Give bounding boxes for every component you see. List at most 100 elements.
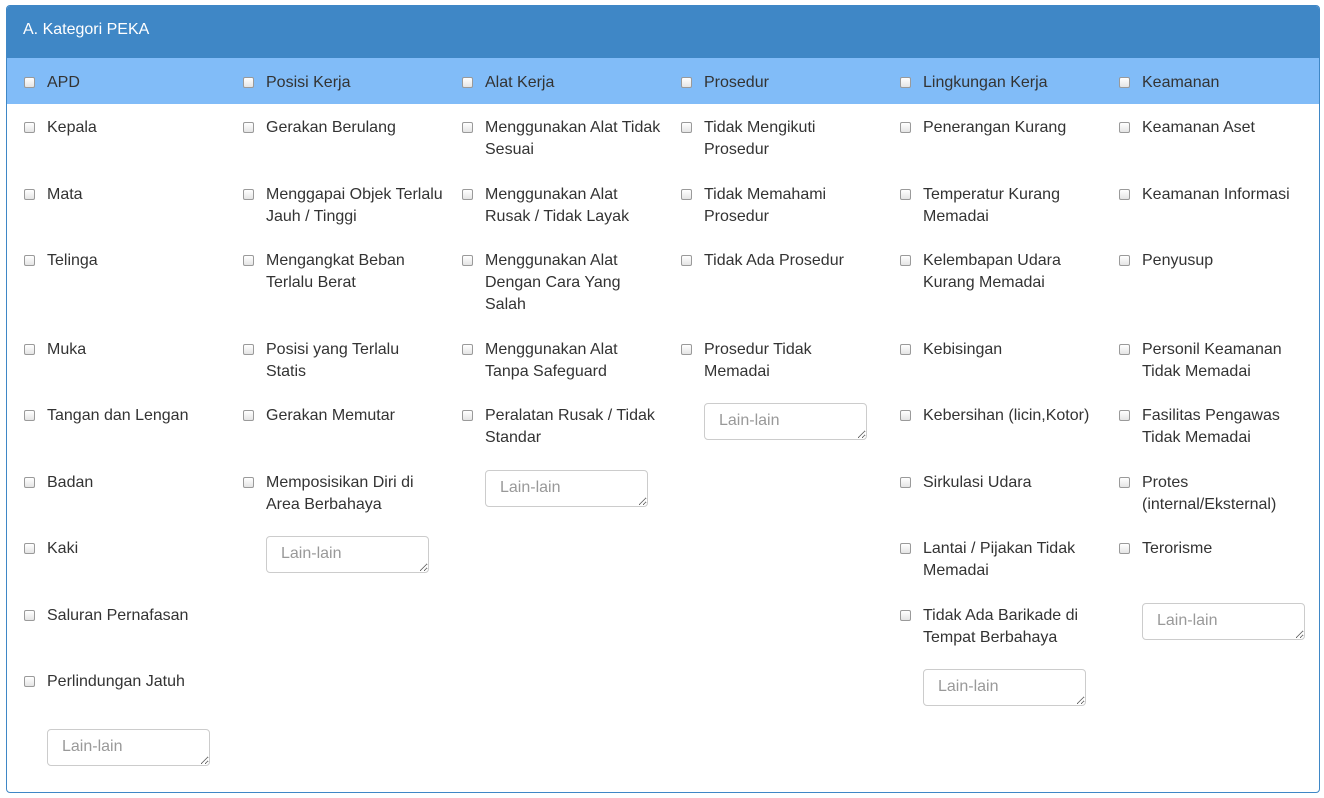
column-header-4[interactable]: Lingkungan Kerja <box>900 72 1100 94</box>
column-header-5[interactable]: Keamanan <box>1119 72 1319 94</box>
option-checkbox[interactable] <box>243 344 254 355</box>
option-checkbox[interactable] <box>681 189 692 200</box>
option-item[interactable]: Kepala <box>24 117 224 139</box>
option-checkbox[interactable] <box>1119 477 1130 488</box>
option-item[interactable]: Menggunakan Alat Dengan Cara Yang Salah <box>462 250 662 316</box>
option-checkbox[interactable] <box>900 477 911 488</box>
option-checkbox[interactable] <box>243 122 254 133</box>
option-item[interactable]: Menggunakan Alat Tidak Sesuai <box>462 117 662 161</box>
other-input[interactable] <box>266 536 429 573</box>
option-item[interactable]: Mengangkat Beban Terlalu Berat <box>243 250 443 294</box>
option-item[interactable]: Saluran Pernafasan <box>24 605 224 627</box>
other-input[interactable] <box>704 403 867 440</box>
option-item[interactable]: Kebisingan <box>900 339 1100 361</box>
column-header-1[interactable]: Posisi Kerja <box>243 72 443 94</box>
option-item[interactable]: Badan <box>24 472 224 494</box>
option-item[interactable]: Penerangan Kurang <box>900 117 1100 139</box>
option-checkbox[interactable] <box>681 255 692 266</box>
other-input[interactable] <box>923 669 1086 706</box>
option-checkbox[interactable] <box>24 410 35 421</box>
option-checkbox[interactable] <box>1119 410 1130 421</box>
option-item[interactable]: Tidak Mengikuti Prosedur <box>681 117 881 161</box>
header-checkbox[interactable] <box>462 77 473 88</box>
option-item[interactable]: Muka <box>24 339 224 361</box>
option-checkbox[interactable] <box>1119 543 1130 554</box>
option-item[interactable]: Penyusup <box>1119 250 1319 272</box>
option-item[interactable]: Posisi yang Terlalu Statis <box>243 339 443 383</box>
option-checkbox[interactable] <box>24 676 35 687</box>
option-item[interactable]: Mata <box>24 184 224 206</box>
header-checkbox[interactable] <box>24 77 35 88</box>
column-header-3[interactable]: Prosedur <box>681 72 881 94</box>
option-checkbox[interactable] <box>681 122 692 133</box>
option-checkbox[interactable] <box>462 410 473 421</box>
option-checkbox[interactable] <box>1119 189 1130 200</box>
option-item[interactable]: Perlindungan Jatuh <box>24 671 224 693</box>
option-item[interactable]: Tidak Ada Prosedur <box>681 250 881 272</box>
option-item[interactable]: Personil Keamanan Tidak Memadai <box>1119 339 1319 383</box>
option-item[interactable]: Telinga <box>24 250 224 272</box>
column-header-0[interactable]: APD <box>24 72 224 94</box>
option-item[interactable]: Temperatur Kurang Memadai <box>900 184 1100 228</box>
option-checkbox[interactable] <box>1119 122 1130 133</box>
option-item[interactable]: Tidak Memahami Prosedur <box>681 184 881 228</box>
header-checkbox[interactable] <box>681 77 692 88</box>
option-checkbox[interactable] <box>1119 255 1130 266</box>
option-checkbox[interactable] <box>900 122 911 133</box>
other-input[interactable] <box>1142 603 1305 640</box>
option-item[interactable]: Sirkulasi Udara <box>900 472 1100 494</box>
option-checkbox[interactable] <box>681 344 692 355</box>
option-item[interactable]: Menggapai Objek Terlalu Jauh / Tinggi <box>243 184 443 228</box>
option-item[interactable]: Keamanan Informasi <box>1119 184 1319 206</box>
option-checkbox[interactable] <box>462 344 473 355</box>
header-checkbox[interactable] <box>1119 77 1130 88</box>
other-input[interactable] <box>485 470 648 507</box>
option-item[interactable]: Kaki <box>24 538 224 560</box>
option-checkbox[interactable] <box>24 189 35 200</box>
option-label: Mata <box>47 186 83 203</box>
option-item[interactable]: Menggunakan Alat Tanpa Safeguard <box>462 339 662 383</box>
header-checkbox[interactable] <box>243 77 254 88</box>
option-item[interactable]: Tidak Ada Barikade di Tempat Berbahaya <box>900 605 1100 649</box>
option-checkbox[interactable] <box>24 610 35 621</box>
option-checkbox[interactable] <box>243 410 254 421</box>
option-item[interactable]: Gerakan Memutar <box>243 405 443 427</box>
option-item[interactable]: Keamanan Aset <box>1119 117 1319 139</box>
option-checkbox[interactable] <box>462 255 473 266</box>
option-checkbox[interactable] <box>900 410 911 421</box>
option-checkbox[interactable] <box>243 189 254 200</box>
option-checkbox[interactable] <box>462 122 473 133</box>
option-checkbox[interactable] <box>900 189 911 200</box>
header-checkbox[interactable] <box>900 77 911 88</box>
option-item[interactable]: Peralatan Rusak / Tidak Standar <box>462 405 662 449</box>
option-checkbox[interactable] <box>24 122 35 133</box>
option-checkbox[interactable] <box>24 255 35 266</box>
option-label: Telinga <box>47 252 98 269</box>
option-checkbox[interactable] <box>462 189 473 200</box>
option-item[interactable]: Terorisme <box>1119 538 1319 560</box>
option-item[interactable]: Tangan dan Lengan <box>24 405 224 427</box>
option-checkbox[interactable] <box>24 543 35 554</box>
option-checkbox[interactable] <box>900 255 911 266</box>
option-item[interactable]: Gerakan Berulang <box>243 117 443 139</box>
option-checkbox[interactable] <box>1119 344 1130 355</box>
option-item[interactable]: Kebersihan (licin,Kotor) <box>900 405 1100 427</box>
option-checkbox[interactable] <box>900 344 911 355</box>
option-item[interactable]: Kelembapan Udara Kurang Memadai <box>900 250 1100 294</box>
option-item[interactable]: Memposisikan Diri di Area Berbahaya <box>243 472 443 516</box>
option-checkbox[interactable] <box>243 255 254 266</box>
option-item[interactable]: Protes (internal/Eksternal) <box>1119 472 1319 516</box>
option-label: Menggunakan Alat Dengan Cara Yang Salah <box>485 252 621 313</box>
option-label: Protes (internal/Eksternal) <box>1142 474 1277 513</box>
option-checkbox[interactable] <box>24 344 35 355</box>
option-item[interactable]: Fasilitas Pengawas Tidak Memadai <box>1119 405 1319 449</box>
other-input[interactable] <box>47 729 210 766</box>
option-checkbox[interactable] <box>900 610 911 621</box>
option-checkbox[interactable] <box>243 477 254 488</box>
option-checkbox[interactable] <box>900 543 911 554</box>
option-item[interactable]: Prosedur Tidak Memadai <box>681 339 881 383</box>
option-item[interactable]: Lantai / Pijakan Tidak Memadai <box>900 538 1100 582</box>
column-header-2[interactable]: Alat Kerja <box>462 72 662 94</box>
option-checkbox[interactable] <box>24 477 35 488</box>
option-item[interactable]: Menggunakan Alat Rusak / Tidak Layak <box>462 184 662 228</box>
